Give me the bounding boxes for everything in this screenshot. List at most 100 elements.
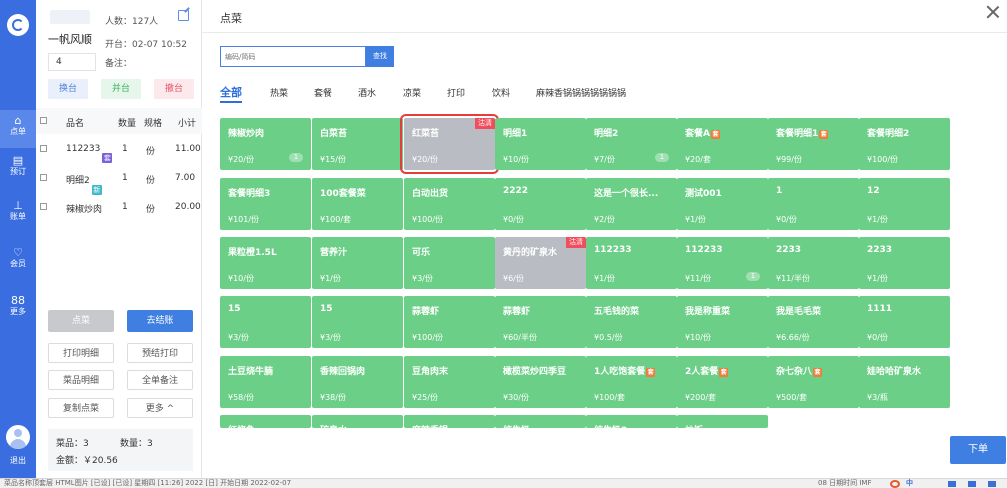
dish-card[interactable]: 1111 ¥0/份	[859, 296, 950, 348]
order-row[interactable]: 112233套 1 份 11.00	[36, 136, 202, 163]
dish-card[interactable]: 黄丹的矿泉水 ¥6/份 沽清	[495, 237, 586, 289]
dish-card[interactable]: 套餐明细2 ¥100/份	[859, 118, 950, 170]
merge-table-button[interactable]: 并台	[101, 79, 141, 99]
dish-card[interactable]: 2人套餐套 ¥200/套	[677, 356, 768, 408]
dish-card[interactable]: 100套餐菜 ¥100/套	[312, 178, 403, 230]
print-detail-button[interactable]: 打印明细	[48, 343, 114, 363]
dish-detail-button[interactable]: 菜品明细	[48, 370, 114, 390]
tray-display-icon[interactable]	[988, 481, 996, 487]
tab-5[interactable]: 打印	[447, 86, 465, 99]
rail-item-1[interactable]: ▤ 预订	[0, 150, 36, 188]
dish-card[interactable]: 杂七杂八套 ¥500/套	[768, 356, 859, 408]
dish-name-text: 1111	[867, 304, 893, 314]
dish-card[interactable]: 1 ¥0/份	[768, 178, 859, 230]
dish-card[interactable]: 蒜蓉虾 ¥60/半份	[495, 296, 586, 348]
dish-card[interactable]: 明细1 ¥10/份	[495, 118, 586, 170]
rail-item-2[interactable]: ⊥ 账单	[0, 195, 36, 233]
dish-card[interactable]: 白菜苔 ¥15/份	[312, 118, 403, 170]
dish-price: ¥10/份	[228, 274, 254, 283]
search-input[interactable]	[220, 46, 366, 67]
dish-card[interactable]: 12 ¥1/份	[859, 178, 950, 230]
rail-item-3[interactable]: ♡ 会员	[0, 242, 36, 280]
dish-card[interactable]: 测试001 ¥1/份	[677, 178, 768, 230]
dish-price: ¥30/份	[503, 393, 529, 402]
pre-print-button[interactable]: 预结打印	[127, 343, 193, 363]
dish-card[interactable]: 香辣回锅肉 ¥38/份	[312, 356, 403, 408]
dish-card[interactable]: 我是毛毛菜 ¥6.66/份	[768, 296, 859, 348]
open-time: 开台：02-07 10:52	[105, 40, 187, 50]
dish-name-text: 套餐A	[685, 129, 710, 139]
row-checkbox[interactable]	[40, 174, 47, 181]
dish-card[interactable]: 我是称重菜 ¥10/份	[677, 296, 768, 348]
order-dishes-button[interactable]: 点菜	[48, 310, 114, 332]
dish-card[interactable]: 辣椒炒肉 ¥20/份 1	[220, 118, 311, 170]
select-all-checkbox[interactable]	[40, 117, 47, 124]
dish-card[interactable]: 红烧鱼	[220, 415, 311, 428]
dish-card[interactable]: 红菜苔 ¥20/份 沽清	[400, 114, 499, 174]
dish-card[interactable]: 15 ¥3/份	[312, 296, 403, 348]
ime-indicator[interactable]: 中	[906, 479, 913, 488]
tab-7[interactable]: 麻辣香锅锅锅锅锅锅锅	[536, 86, 626, 99]
dish-card[interactable]: 豆角肉末 ¥25/份	[404, 356, 495, 408]
order-row[interactable]: 明细2新 1 份 7.00	[36, 165, 202, 195]
search-button[interactable]: 查找	[366, 46, 394, 67]
dish-card[interactable]: 可乐 ¥3/份	[404, 237, 495, 289]
dish-card[interactable]: 娃哈哈矿泉水 ¥3/瓶	[859, 356, 950, 408]
dish-card[interactable]: 2222 ¥0/份	[495, 178, 586, 230]
dish-price: ¥200/套	[685, 393, 717, 402]
dish-price: ¥500/套	[776, 393, 808, 402]
dish-card[interactable]: 纯牛奶	[495, 415, 586, 428]
tab-0[interactable]: 全部	[220, 84, 242, 103]
dish-card[interactable]: 五毛钱的菜 ¥0.5/份	[586, 296, 677, 348]
dish-card[interactable]: 套餐明细1 套 ¥99/份	[768, 118, 859, 170]
dish-name: 我是毛毛菜	[776, 304, 821, 317]
dish-card[interactable]: 蒜蓉虾 ¥100/份	[404, 296, 495, 348]
row-checkbox[interactable]	[40, 203, 47, 210]
dish-card[interactable]: 炒饭	[677, 415, 768, 428]
dish-card[interactable]: 112233 ¥1/份	[586, 237, 677, 289]
dish-card[interactable]: 套餐明细3 ¥101/份	[220, 178, 311, 230]
tab-4[interactable]: 凉菜	[403, 86, 421, 99]
logout-button[interactable]: 退出	[0, 455, 36, 466]
dish-card[interactable]: 2233 ¥1/份	[859, 237, 950, 289]
dish-card[interactable]: 营养汁 ¥1/份	[312, 237, 403, 289]
dish-card[interactable]: 15 ¥3/份	[220, 296, 311, 348]
more-button[interactable]: 更多 ^	[127, 398, 193, 418]
user-avatar[interactable]	[6, 425, 30, 449]
rail-item-4[interactable]: 88 更多	[0, 290, 36, 328]
order-note-button[interactable]: 全单备注	[127, 370, 193, 390]
dish-card[interactable]: 白动出货 ¥100/份	[404, 178, 495, 230]
dish-card[interactable]: 土豆烧牛腩 ¥58/份	[220, 356, 311, 408]
dish-card[interactable]: 纯牛奶2	[586, 415, 677, 428]
tab-1[interactable]: 热菜	[270, 86, 288, 99]
dish-card[interactable]: 套餐A 套 ¥20/套	[677, 118, 768, 170]
submit-order-button[interactable]: 下单	[950, 436, 1006, 464]
tab-3[interactable]: 酒水	[358, 86, 376, 99]
dish-card[interactable]: 明细2 ¥7/份 1	[586, 118, 677, 170]
dish-card[interactable]: 112233 ¥11/份 1	[677, 237, 768, 289]
dish-price: ¥60/半份	[503, 333, 537, 342]
cancel-table-button[interactable]: 撤台	[154, 79, 194, 99]
dish-name-text: 果粒橙1.5L	[228, 248, 277, 258]
checkout-button[interactable]: 去结账	[127, 310, 193, 332]
rail-item-0[interactable]: ⌂ 点单	[0, 110, 36, 148]
edit-icon[interactable]	[178, 10, 189, 21]
close-icon[interactable]	[985, 4, 1001, 20]
tab-2[interactable]: 套餐	[314, 86, 332, 99]
tray-window-icon[interactable]	[968, 481, 976, 487]
swap-table-button[interactable]: 换台	[48, 79, 88, 99]
dish-card[interactable]: 2233 ¥11/半份	[768, 237, 859, 289]
dish-card[interactable]: 橄榄菜炒四季豆 ¥30/份	[495, 356, 586, 408]
tab-6[interactable]: 饮料	[492, 86, 510, 99]
tray-app-icon[interactable]	[890, 480, 900, 488]
dish-card[interactable]: 1人吃饱套餐套 ¥100/套	[586, 356, 677, 408]
copy-order-button[interactable]: 复制点菜	[48, 398, 114, 418]
order-note[interactable]: 备注：	[105, 56, 132, 69]
dish-card[interactable]: 果粒橙1.5L ¥10/份	[220, 237, 311, 289]
dish-card[interactable]: 麻辣香锅	[404, 415, 495, 428]
dish-card[interactable]: 矿泉水	[312, 415, 403, 428]
order-row[interactable]: 辣椒炒肉 1 份 20.00	[36, 194, 202, 220]
dish-card[interactable]: 这是一个很长... ¥2/份	[586, 178, 677, 230]
row-checkbox[interactable]	[40, 145, 47, 152]
tray-network-icon[interactable]	[948, 481, 956, 487]
